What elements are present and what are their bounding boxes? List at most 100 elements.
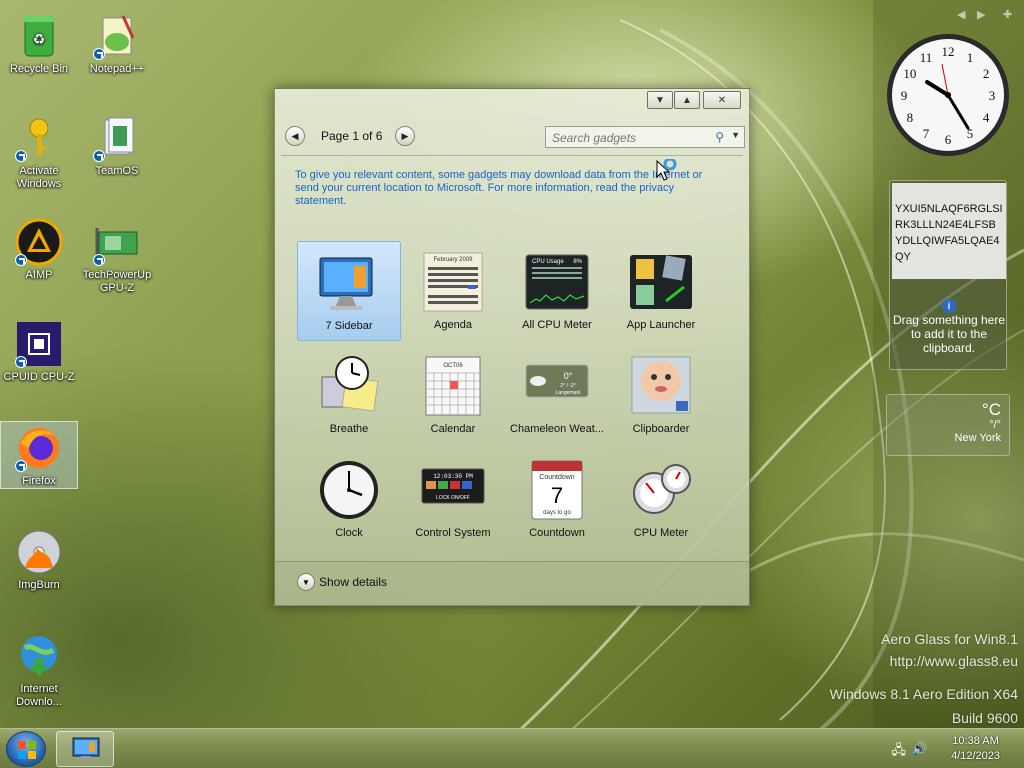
clock-gadget[interactable]: 12 1234567891011	[885, 32, 1011, 158]
svg-text:CPU Usage: CPU Usage	[532, 259, 564, 265]
gadget-all-cpu-meter[interactable]: CPU Usage 8% All CPU Meter	[505, 241, 609, 341]
countdown-icon: Countdown 7 days to go	[524, 459, 590, 521]
gadget-clipboarder[interactable]: Clipboarder	[609, 345, 713, 445]
gadget-label: Calendar	[430, 423, 476, 435]
window-footer: ▼ Show details	[275, 561, 749, 605]
svg-text:Langemark: Langemark	[555, 390, 581, 396]
svg-text:8%: 8%	[573, 259, 582, 265]
clock-number: 8	[907, 110, 914, 125]
svg-text:7: 7	[551, 483, 563, 508]
gadget-label: Control System	[415, 527, 491, 539]
gadget-label: Breathe	[329, 423, 369, 435]
next-page-button[interactable]: ▶	[395, 126, 415, 146]
clipboarder-icon	[628, 355, 694, 417]
search-icon[interactable]: ⚲	[715, 130, 724, 144]
desktop-icon-label: Firefox	[22, 475, 56, 487]
weather-gadget[interactable]: °C °/° New York	[886, 394, 1010, 456]
gadget-calendar[interactable]: OCT06 Calendar	[401, 345, 505, 445]
gadget-clock[interactable]: Clock	[297, 449, 401, 549]
clock-date: 4/12/2023	[951, 750, 1000, 762]
key-icon	[15, 114, 63, 162]
desktop-icon-notepadpp[interactable]: Notepad++	[78, 10, 156, 76]
svg-text:12:03:30 PM: 12:03:30 PM	[433, 473, 473, 480]
show-details-label[interactable]: Show details	[319, 575, 387, 589]
watermark-line-1: Aero Glass for Win8.1	[881, 631, 1018, 647]
volume-icon[interactable]: 🔊	[912, 741, 928, 757]
gadget-7-sidebar[interactable]: 7 Sidebar	[297, 241, 401, 341]
desktop-icon-label: Activate Windows	[16, 165, 62, 190]
system-clock[interactable]: 10:38 AM 4/12/2023	[951, 734, 1000, 764]
clipboard-gadget[interactable]: YXUI5NLAQF6RGLSIRK3LLLN24E4LFSBYDLLQIWFA…	[889, 180, 1007, 370]
windows-logo-icon	[18, 741, 36, 759]
window-maximize-button[interactable]: ▲	[674, 91, 700, 109]
gadget-countdown[interactable]: Countdown 7 days to go Countdown	[505, 449, 609, 549]
arrow-right-icon: ▶	[401, 130, 409, 141]
gadget-gallery-window: ▼ ▲ ✕ ◀ Page 1 of 6 ▶ Search gadgets ⚲ ▼…	[274, 88, 750, 606]
clock-number: 4	[983, 110, 990, 125]
desktop-icon-firefox[interactable]: Firefox	[0, 421, 78, 489]
network-icon[interactable]: 🖧	[892, 741, 907, 763]
teamos-icon	[93, 114, 141, 162]
clock-number: 11	[920, 50, 933, 65]
gadget-app-launcher[interactable]: App Launcher	[609, 241, 713, 341]
previous-page-button[interactable]: ◀	[285, 126, 305, 146]
desktop-icon-label: Recycle Bin	[9, 63, 69, 75]
clock-number: 3	[989, 88, 996, 103]
desktop-icon-teamos[interactable]: TeamOS	[78, 112, 156, 178]
svg-text:Countdown: Countdown	[539, 474, 575, 481]
clock-number: 7	[923, 126, 930, 141]
gadget-breathe[interactable]: Breathe	[297, 345, 401, 445]
control-system-icon: 12:03:30 PM LOCK ON/OFF	[420, 459, 486, 521]
window-close-button[interactable]: ✕	[703, 91, 741, 109]
clock-number: 9	[901, 88, 908, 103]
aimp-icon	[15, 218, 63, 266]
monitor-icon	[316, 252, 382, 314]
info-icon: i	[942, 299, 956, 313]
desktop-icon-recycle-bin[interactable]: ♻ Recycle Bin	[0, 10, 78, 76]
search-placeholder: Search gadgets	[552, 131, 637, 145]
desktop-icon-label: ImgBurn	[18, 579, 60, 591]
calendar-month-label: OCT06	[443, 363, 463, 369]
clock-number: 12	[942, 44, 955, 59]
gadget-label: Clock	[335, 527, 363, 539]
agenda-month-label: February 2009	[433, 257, 473, 263]
desktop-icon-aimp[interactable]: AIMP	[0, 216, 78, 282]
chevron-down-icon: ▼	[655, 94, 665, 106]
breathe-clock-icon	[316, 355, 382, 417]
clock-number: 6	[945, 132, 952, 147]
gadget-control-system[interactable]: 12:03:30 PM LOCK ON/OFF Control System	[401, 449, 505, 549]
sidebar-prev-icon[interactable]: ◀	[957, 8, 965, 21]
close-icon: ✕	[717, 94, 727, 106]
start-button[interactable]	[6, 731, 46, 767]
sidebar-next-icon[interactable]: ▶	[977, 8, 985, 21]
desktop-icon-internet-download-manager[interactable]: Internet Downlo...	[0, 630, 78, 709]
gadget-chameleon-weather[interactable]: 0° 2° / -2° Langemark Chameleon Weat...	[505, 345, 609, 445]
recycle-bin-icon: ♻	[15, 12, 63, 60]
firefox-icon	[15, 424, 63, 472]
gadget-agenda[interactable]: February 2009 Agenda	[401, 241, 505, 341]
search-dropdown-icon[interactable]: ▼	[731, 130, 740, 140]
svg-text:♻: ♻	[33, 31, 46, 47]
gadget-label: CPU Meter	[633, 527, 689, 539]
search-gadgets-input[interactable]: Search gadgets ⚲ ▼	[545, 126, 745, 148]
gadget-label: Agenda	[434, 319, 472, 331]
desktop-icon-imgburn[interactable]: ImgBurn	[0, 526, 78, 592]
monitor-icon	[72, 737, 100, 760]
svg-text:2° / -2°: 2° / -2°	[560, 383, 575, 389]
page-navigation: ◀ Page 1 of 6 ▶	[285, 125, 415, 147]
desktop-icon-label: Notepad++	[89, 63, 145, 75]
window-menu-button[interactable]: ▼	[647, 91, 673, 109]
gadget-label: Clipboarder	[632, 423, 690, 435]
desktop-icon-activate-windows[interactable]: Activate Windows	[0, 112, 78, 191]
sidebar-add-icon[interactable]: ✚	[1003, 8, 1012, 21]
cpu-usage-icon: CPU Usage 8%	[524, 251, 590, 313]
app-launcher-icon	[628, 251, 694, 313]
clipboard-content[interactable]: YXUI5NLAQF6RGLSIRK3LLLN24E4LFSBYDLLQIWFA…	[892, 183, 1006, 279]
desktop-icon-cpuz[interactable]: CPUID CPU-Z	[0, 318, 78, 384]
weather-icon: 0° 2° / -2° Langemark	[524, 355, 590, 417]
taskbar-gadgets-button[interactable]	[56, 731, 114, 767]
watermark-line-4: Build 9600	[951, 710, 1018, 726]
show-details-toggle[interactable]: ▼	[297, 573, 315, 591]
gadget-cpu-meter[interactable]: CPU Meter	[609, 449, 713, 549]
desktop-icon-gpuz[interactable]: TechPowerUp GPU-Z	[78, 216, 156, 295]
